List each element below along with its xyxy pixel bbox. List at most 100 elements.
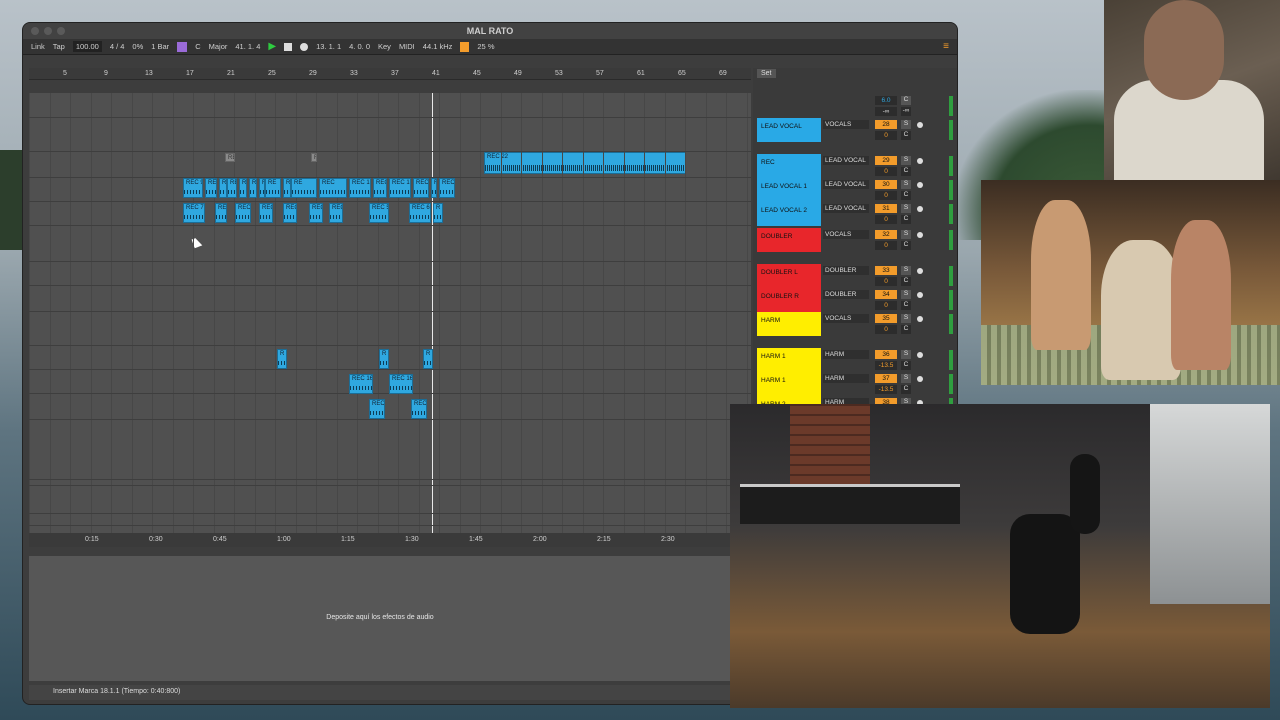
record-arm-icon[interactable] <box>917 206 923 212</box>
solo-button[interactable]: S <box>901 230 911 239</box>
audio-clip[interactable]: REC 9 <box>183 178 203 198</box>
loop-length[interactable]: 4. 0. 0 <box>349 42 370 51</box>
track-pan[interactable]: C <box>901 361 911 370</box>
audio-clip[interactable]: REC <box>259 203 273 223</box>
track-name[interactable]: DOUBLER R <box>757 288 821 312</box>
audio-clip[interactable]: REC <box>369 399 385 419</box>
scale-select[interactable]: Major <box>209 42 228 51</box>
track-name[interactable]: LEAD VOCAL 2 <box>757 202 821 226</box>
audio-clip[interactable]: RI <box>239 178 247 198</box>
record-arm-icon[interactable] <box>917 232 923 238</box>
arrangement-view[interactable]: REC 22 REC 9RECRRECRIRECRRERERERECREC 15… <box>29 93 751 533</box>
mixer-track[interactable]: HARM 1 HARM 37 -13.5 S C <box>757 372 957 396</box>
mixer-track[interactable]: DOUBLER R DOUBLER 34 0 S C <box>757 288 957 312</box>
track-input-select[interactable]: LEAD VOCAL <box>823 180 869 189</box>
signature-field[interactable]: 4 / 4 <box>110 42 125 51</box>
solo-button[interactable]: S <box>901 180 911 189</box>
audio-clip[interactable]: REC 7 <box>183 203 205 223</box>
window-controls[interactable] <box>31 27 65 35</box>
mixer-track[interactable]: DOUBLER L DOUBLER 33 0 S C <box>757 264 957 288</box>
record-arm-icon[interactable] <box>917 268 923 274</box>
record-icon[interactable] <box>300 42 309 51</box>
track-pan[interactable]: C <box>901 131 911 140</box>
record-arm-icon[interactable] <box>917 122 923 128</box>
audio-clip[interactable]: RI <box>311 153 317 162</box>
record-arm-icon[interactable] <box>917 352 923 358</box>
track-input-select[interactable]: LEAD VOCAL <box>823 204 869 213</box>
audio-clip[interactable]: REC <box>319 178 347 198</box>
tempo-field[interactable]: 100.00 <box>72 41 102 52</box>
master-pan[interactable]: C <box>901 96 911 105</box>
mixer-track[interactable]: LEAD VOCAL VOCALS 28 0 S C <box>757 118 957 142</box>
key-select[interactable]: C <box>195 42 200 51</box>
audio-clip[interactable]: REC <box>413 178 429 198</box>
track-pan[interactable]: C <box>901 215 911 224</box>
track-volume[interactable]: 0 <box>875 277 897 286</box>
audio-clip[interactable]: REC <box>235 203 251 223</box>
menu-icon[interactable]: ≡ <box>943 41 949 52</box>
swing-field[interactable]: 0% <box>132 42 143 51</box>
track-volume[interactable]: 0 <box>875 167 897 176</box>
track-input-select[interactable]: VOCALS <box>823 120 869 129</box>
audio-clip[interactable]: R <box>433 203 443 223</box>
track-volume[interactable]: 0 <box>875 215 897 224</box>
track-pan[interactable]: C <box>901 385 911 394</box>
audio-clip[interactable]: REC 16 <box>389 374 413 394</box>
playhead[interactable] <box>432 93 433 533</box>
audio-clip[interactable]: REC 6 <box>409 203 431 223</box>
track-volume[interactable]: 0 <box>875 241 897 250</box>
arrangement-position[interactable]: 41. 1. 4 <box>235 42 260 51</box>
track-pan[interactable]: C <box>901 325 911 334</box>
audio-clip[interactable]: REC <box>329 203 343 223</box>
mixer-track[interactable]: HARM VOCALS 35 0 S C <box>757 312 957 336</box>
link-button[interactable]: Link <box>31 42 45 51</box>
track-name[interactable]: REC <box>757 154 821 178</box>
device-panel[interactable]: Deposite aquí los efectos de audio <box>29 556 731 681</box>
track-number[interactable]: 36 <box>875 350 897 359</box>
track-input-select[interactable]: DOUBLER <box>823 290 869 299</box>
track-name[interactable]: DOUBLER <box>757 228 821 252</box>
track-number[interactable]: 37 <box>875 374 897 383</box>
audio-clip[interactable]: REC <box>215 203 227 223</box>
scale-mode-icon[interactable] <box>177 41 188 52</box>
mixer-track[interactable]: DOUBLER VOCALS 32 0 S C <box>757 228 957 252</box>
record-arm-icon[interactable] <box>917 182 923 188</box>
track-pan[interactable]: C <box>901 301 911 310</box>
key-map-button[interactable]: Key <box>378 42 391 51</box>
track-volume[interactable]: -13.5 <box>875 385 897 394</box>
track-number[interactable]: 28 <box>875 120 897 129</box>
track-volume[interactable]: 0 <box>875 301 897 310</box>
solo-button[interactable]: S <box>901 266 911 275</box>
mixer-track[interactable]: LEAD VOCAL 1 LEAD VOCAL 30 0 S C <box>757 178 957 202</box>
track-name[interactable]: LEAD VOCAL 1 <box>757 178 821 202</box>
audio-clip[interactable]: REC <box>283 203 297 223</box>
track-input-select[interactable]: HARM <box>823 374 869 383</box>
track-number[interactable]: 30 <box>875 180 897 189</box>
mixer-track[interactable]: LEAD VOCAL 2 LEAD VOCAL 31 0 S C <box>757 202 957 226</box>
audio-clip[interactable]: R <box>423 349 433 369</box>
set-button[interactable]: Set <box>757 69 776 78</box>
audio-clip[interactable]: REC <box>309 203 323 223</box>
track-volume[interactable]: 0 <box>875 325 897 334</box>
track-number[interactable]: 32 <box>875 230 897 239</box>
track-name[interactable]: DOUBLER L <box>757 264 821 288</box>
track-name[interactable]: HARM 1 <box>757 348 821 372</box>
audio-clip[interactable]: REC <box>439 178 455 198</box>
audio-clip[interactable]: REC 16 <box>349 374 373 394</box>
audio-clip[interactable]: REC <box>249 178 257 198</box>
track-volume[interactable]: 0 <box>875 131 897 140</box>
audio-clip[interactable]: REC <box>373 178 387 198</box>
audio-clip[interactable]: RE <box>283 178 291 198</box>
tap-button[interactable]: Tap <box>53 42 65 51</box>
record-arm-icon[interactable] <box>917 316 923 322</box>
mixer-track[interactable]: HARM 1 HARM 36 -13.5 S C <box>757 348 957 372</box>
audio-clip[interactable]: RE <box>225 153 235 162</box>
track-name[interactable]: LEAD VOCAL <box>757 118 821 142</box>
track-volume[interactable]: 0 <box>875 191 897 200</box>
audio-clip[interactable]: REC 5 <box>369 203 389 223</box>
track-number[interactable]: 31 <box>875 204 897 213</box>
stop-icon[interactable] <box>284 42 293 51</box>
track-number[interactable]: 34 <box>875 290 897 299</box>
track-name[interactable]: HARM <box>757 312 821 336</box>
solo-button[interactable]: S <box>901 314 911 323</box>
